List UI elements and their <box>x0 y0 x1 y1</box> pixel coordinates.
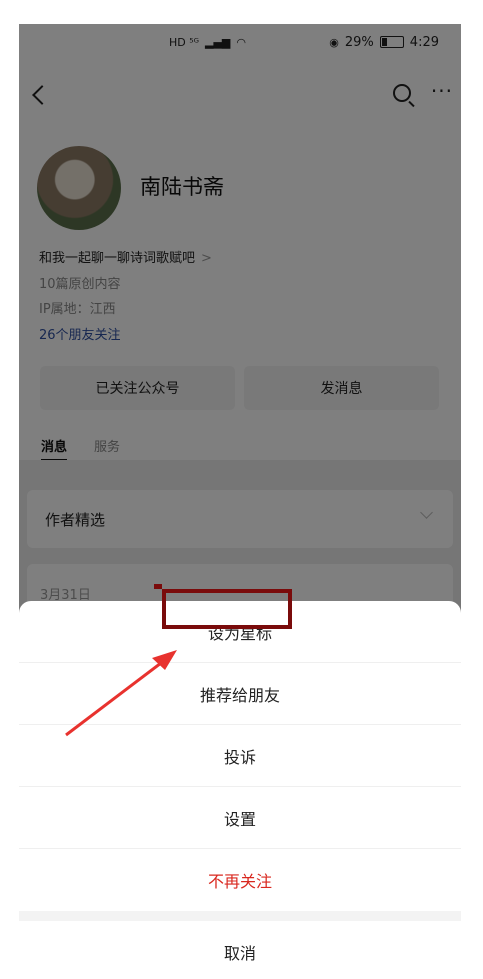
arrow-shaft <box>65 658 166 737</box>
annotation-arrow <box>65 650 177 737</box>
